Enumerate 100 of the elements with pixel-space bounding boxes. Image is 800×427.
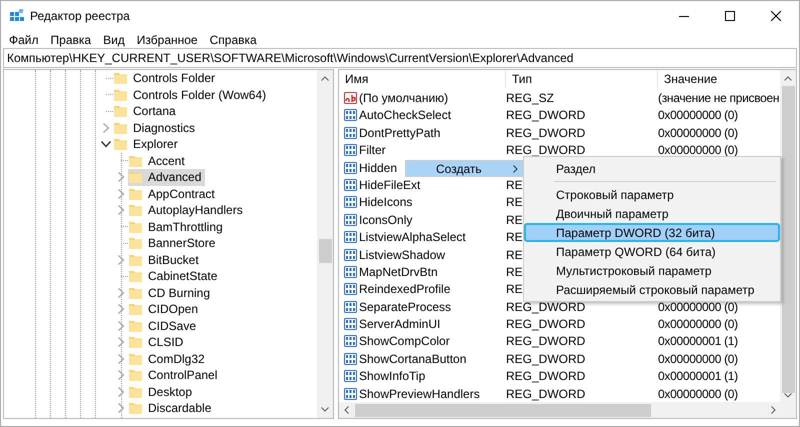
expand-chevron-icon[interactable] [116,304,126,314]
tree-item[interactable]: BitBucket [128,252,203,268]
tree-item[interactable]: Discardable [128,400,216,416]
scroll-thumb[interactable] [782,86,794,394]
value-name[interactable]: ShowInfoTip [359,367,426,386]
tree-item[interactable]: Accent [128,152,189,169]
expand-chevron-icon[interactable] [116,320,126,331]
scrollbar[interactable] [780,70,796,402]
table-cell: RE [506,230,523,244]
tree-item[interactable]: Desktop [128,384,196,400]
expand-chevron-icon[interactable] [116,354,126,364]
folder-icon [114,88,127,101]
column-header[interactable]: Значение [658,70,780,88]
table-cell: RE [506,195,523,210]
value-name[interactable]: ShowCompColor [359,332,450,350]
tree-item[interactable]: ComDlg32 [128,350,209,367]
table-cell: 0x00000000 (0) [658,143,738,158]
table-cell: 0x00000001 (1) [658,369,738,384]
menu-item[interactable]: Параметр QWORD (64 бита) [524,242,780,261]
expand-chevron-icon[interactable] [116,370,126,380]
value-name[interactable]: ServerAdminUI [359,315,440,334]
tree-item[interactable]: Advanced [128,169,206,186]
value-name[interactable]: IconsOnly [359,210,412,229]
menu-item[interactable]: Файл [3,30,45,48]
tree-item[interactable]: CabinetState [128,268,222,284]
scroll-down-icon[interactable] [321,407,329,412]
tree-item[interactable]: CLSID [128,334,188,350]
value-name[interactable]: Hidden [359,158,398,177]
scroll-up-icon[interactable] [321,76,329,81]
expand-chevron-icon[interactable] [116,386,126,397]
expand-chevron-icon[interactable] [116,254,126,265]
binary-value-icon [344,162,357,174]
column-header[interactable]: Имя [339,70,506,88]
table-cell: RE [506,248,523,262]
value-name[interactable]: SeparateProcess [359,298,452,316]
registry-app-icon [10,9,24,23]
scroll-left-icon[interactable] [344,406,349,414]
tree-item[interactable]: Cortana [113,103,180,120]
address-bar[interactable]: Компьютер\HKEY_CURRENT_USER\SOFTWARE\Microsoft\Windows\CurrentVersion\Explorer\Advanced [3,48,797,68]
menu-item[interactable]: Параметр DWORD (32 бита) [524,223,780,242]
collapse-chevron-icon[interactable] [101,139,111,150]
menu-item[interactable]: Избранное [130,30,204,48]
menu-item[interactable]: Расширяемый строковый параметр [524,280,780,299]
menu-item[interactable]: Раздел [524,159,780,178]
scroll-up-icon[interactable] [784,76,792,81]
tree-item[interactable]: CIDOpen [128,301,202,318]
value-name[interactable]: Filter [359,141,386,160]
tree-item[interactable]: AutoplayHandlers [128,202,247,218]
tree-item[interactable]: Explorer [113,136,182,152]
menu-item[interactable]: Строковый параметр [524,185,780,204]
expand-chevron-icon[interactable] [116,205,126,216]
scroll-down-icon[interactable] [784,393,792,398]
menu-item[interactable]: Справка [204,30,263,48]
window-title: Редактор реестра [30,8,130,25]
horizontal-scrollbar[interactable] [339,402,796,418]
tree-item[interactable]: ControlPanel [128,367,222,384]
value-name[interactable]: ListviewShadow [359,246,446,264]
table-cell: RE [506,264,523,279]
menu-item[interactable]: Мультистроковый параметр [524,261,780,280]
value-name[interactable]: ShowCortanaButton [359,350,466,368]
tree-item[interactable]: Diagnostics [113,120,200,136]
value-name[interactable]: DontPrettyPath [359,124,440,142]
expand-chevron-icon[interactable] [116,188,126,199]
value-name[interactable]: ShowPreviewHandlers [359,384,480,403]
tree-item[interactable]: CIDSave [128,318,200,334]
tree-item[interactable]: Controls Folder [113,70,220,86]
expand-chevron-icon[interactable] [116,172,126,182]
scrollbar[interactable] [317,70,333,418]
expand-chevron-icon[interactable] [116,337,126,348]
value-name[interactable]: HideFileExt [359,176,420,194]
binary-value-icon [344,144,357,156]
expand-chevron-icon[interactable] [116,288,126,298]
value-name[interactable]: ReindexedProfile [359,280,450,298]
menu-item[interactable]: Правка [44,30,98,48]
folder-icon [129,286,142,299]
folder-icon [114,72,127,84]
binary-value-icon [344,352,357,365]
value-name[interactable]: (По умолчанию) [359,89,448,107]
column-header[interactable]: Тип [506,70,658,88]
tree-item[interactable]: CD Burning [128,284,214,301]
menu-item[interactable]: Двоичный параметр [524,204,780,223]
scroll-thumb[interactable] [318,239,332,263]
scroll-right-icon[interactable] [771,406,776,414]
expand-chevron-icon[interactable] [101,122,111,133]
tree-item[interactable]: Controls Folder (Wow64) [113,86,270,103]
tree-item[interactable]: AppContract [128,186,219,202]
value-name[interactable]: HideIcons [359,193,412,212]
scroll-thumb[interactable] [355,404,651,416]
binary-value-icon [344,283,357,296]
tree-item[interactable]: BannerStore [128,235,220,252]
tree-item[interactable]: BamThrottling [128,218,227,235]
value-name[interactable]: AutoCheckSelect [359,106,452,124]
menu-item[interactable]: Создать [406,161,522,176]
value-name[interactable]: ListviewAlphaSelect [359,228,466,246]
address-path: Компьютер\HKEY_CURRENT_USER\SOFTWARE\Microsoft\Windows\CurrentVersion\Explorer\Advanced [7,50,574,67]
table-cell: 0x00000000 (0) [658,126,738,140]
value-name[interactable]: MapNetDrvBtn [359,262,438,281]
expand-chevron-icon[interactable] [116,403,126,414]
menu-item[interactable]: Вид [97,30,131,48]
table-cell: REG_DWORD [506,334,586,348]
